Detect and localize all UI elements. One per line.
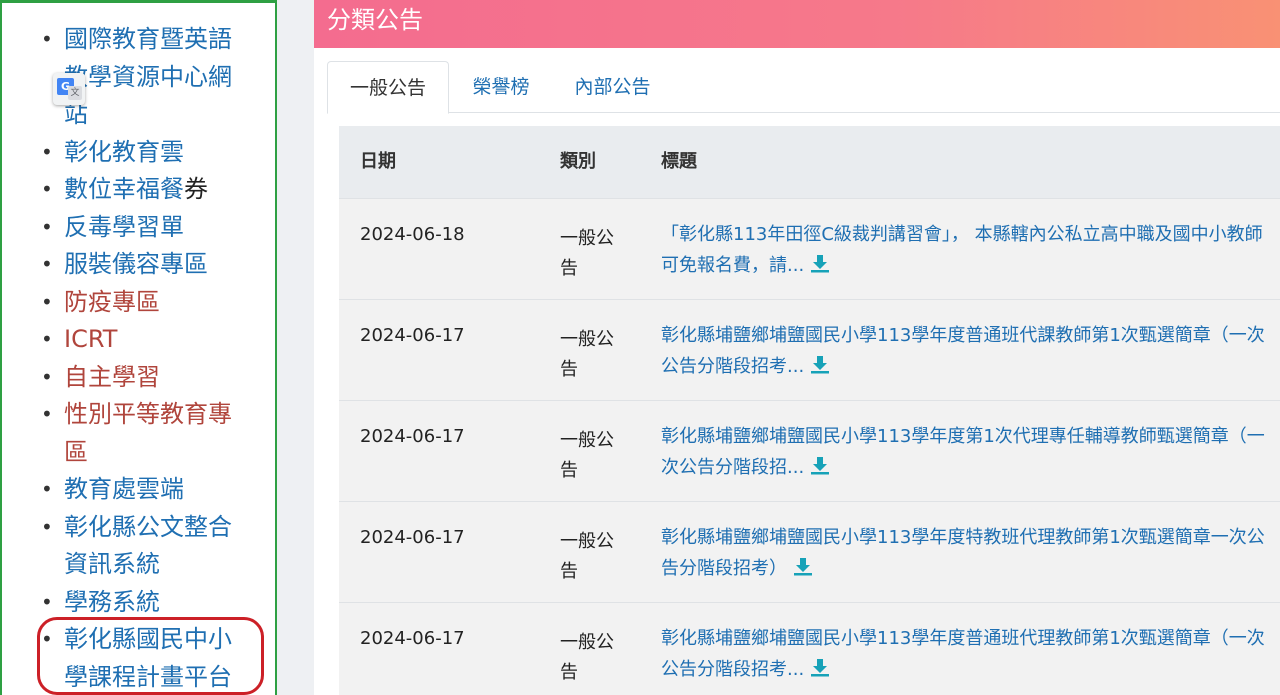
row-title-link[interactable]: 彰化縣埔鹽鄉埔鹽國民小學113學年度特教班代理教師第1次甄選簡章一次公告分階段招… bbox=[661, 522, 1271, 584]
row-category: 一般公告 bbox=[560, 430, 614, 481]
sidebar-link[interactable]: 反毒學習單 bbox=[64, 213, 184, 241]
tab-bar: 一般公告 榮譽榜 內部公告 bbox=[327, 61, 1280, 114]
sidebar-item-epidemic[interactable]: • 防疫專區 bbox=[2, 284, 275, 322]
sidebar-link[interactable]: 彰化縣國民中小學課程計畫平台 bbox=[64, 625, 232, 691]
row-title-text[interactable]: 彰化縣埔鹽鄉埔鹽國民小學113學年度普通班代理教師第1次甄選簡章（一次公告分階段… bbox=[661, 628, 1265, 680]
sidebar-item-icrt[interactable]: • ICRT bbox=[2, 321, 275, 359]
row-category: 一般公告 bbox=[560, 632, 614, 683]
sidebar-link[interactable]: 國際教育暨英語教學資源中心網站 bbox=[64, 25, 232, 128]
tab-honor-roll[interactable]: 榮譽榜 bbox=[451, 61, 551, 113]
bullet: • bbox=[41, 514, 53, 539]
row-category: 一般公告 bbox=[560, 228, 614, 279]
table-row: 2024-06-17 一般公告 彰化縣埔鹽鄉埔鹽國民小學113學年度第1次代理專… bbox=[339, 400, 1280, 501]
sidebar-item-education-cloud[interactable]: • 彰化教育雲 bbox=[2, 134, 275, 172]
bullet: • bbox=[41, 627, 53, 651]
google-translate-icon[interactable]: G 文 bbox=[53, 73, 85, 105]
sidebar-link-suffix: 券 bbox=[184, 175, 208, 203]
bullet: • bbox=[41, 364, 53, 389]
table-row: 2024-06-17 一般公告 彰化縣埔鹽鄉埔鹽國民小學113學年度特教班代理教… bbox=[339, 501, 1280, 602]
column-header-date: 日期 bbox=[360, 151, 396, 172]
download-icon[interactable] bbox=[810, 253, 830, 273]
bullet: • bbox=[41, 252, 53, 276]
table-row: 2024-06-17 一般公告 彰化縣埔鹽鄉埔鹽國民小學113學年度普通班代課教… bbox=[339, 299, 1280, 400]
sidebar-link[interactable]: 自主學習 bbox=[64, 363, 160, 391]
tab-internal[interactable]: 內部公告 bbox=[555, 61, 670, 113]
row-date: 2024-06-17 bbox=[360, 527, 465, 548]
sidebar-link[interactable]: 防疫專區 bbox=[64, 288, 160, 316]
download-icon[interactable] bbox=[810, 455, 830, 475]
row-category: 一般公告 bbox=[560, 531, 614, 582]
row-date: 2024-06-17 bbox=[360, 325, 465, 346]
row-title-link[interactable]: 「彰化縣113年田徑C級裁判講習會」， 本縣轄內公私立高中職及國中小教師可免報名… bbox=[661, 219, 1271, 281]
row-title-text[interactable]: 彰化縣埔鹽鄉埔鹽國民小學113學年度普通班代課教師第1次甄選簡章（一次公告分階段… bbox=[661, 325, 1265, 377]
sidebar-item-self-learning[interactable]: • 自主學習 bbox=[2, 359, 275, 397]
panel-title: 分類公告 bbox=[314, 0, 1280, 48]
row-title-link[interactable]: 彰化縣埔鹽鄉埔鹽國民小學113學年度第1次代理專任輔導教師甄選簡章（一次公告分階… bbox=[661, 421, 1271, 483]
sidebar-link[interactable]: 教育處雲端 bbox=[64, 475, 184, 503]
sidebar-link[interactable]: 性別平等教育專區 bbox=[64, 400, 232, 466]
row-title-text[interactable]: 彰化縣埔鹽鄉埔鹽國民小學113學年度特教班代理教師第1次甄選簡章一次公告分階段招… bbox=[661, 527, 1265, 579]
sidebar-link[interactable]: 服裝儀容專區 bbox=[64, 250, 208, 278]
table-header: 日期 類別 標題 bbox=[339, 126, 1280, 198]
bullet: • bbox=[41, 477, 53, 501]
sidebar-item-dress-code[interactable]: • 服裝儀容專區 bbox=[2, 246, 275, 284]
row-date: 2024-06-17 bbox=[360, 426, 465, 447]
sidebar-item-anti-drug[interactable]: • 反毒學習單 bbox=[2, 209, 275, 247]
column-header-title: 標題 bbox=[661, 151, 697, 172]
sidebar-item-curriculum-platform[interactable]: • 彰化縣國民中小學課程計畫平台 bbox=[2, 621, 275, 695]
row-date: 2024-06-17 bbox=[360, 628, 465, 649]
sidebar-item-student-affairs[interactable]: • 學務系統 bbox=[2, 584, 275, 622]
bullet: • bbox=[41, 402, 53, 426]
bullet: • bbox=[41, 27, 53, 51]
bullet: • bbox=[41, 589, 53, 614]
bullet: • bbox=[41, 177, 53, 201]
translate-x-glyph: 文 bbox=[68, 86, 82, 100]
sidebar-link[interactable]: 彰化教育雲 bbox=[64, 138, 184, 166]
table-row: 2024-06-18 一般公告 「彰化縣113年田徑C級裁判講習會」， 本縣轄內… bbox=[339, 198, 1280, 299]
announcement-panel: 分類公告 一般公告 榮譽榜 內部公告 日期 類別 標題 2024-06-18 一… bbox=[314, 0, 1280, 695]
row-title-link[interactable]: 彰化縣埔鹽鄉埔鹽國民小學113學年度普通班代理教師第1次甄選簡章（一次公告分階段… bbox=[661, 623, 1271, 685]
column-header-category: 類別 bbox=[560, 151, 596, 172]
sidebar-item-document-system[interactable]: • 彰化縣公文整合資訊系統 bbox=[2, 509, 275, 584]
download-icon[interactable] bbox=[793, 556, 813, 576]
sidebar-item-gender-equality[interactable]: • 性別平等教育專區 bbox=[2, 396, 275, 471]
bullet: • bbox=[41, 289, 53, 314]
row-title-text[interactable]: 「彰化縣113年田徑C級裁判講習會」， 本縣轄內公私立高中職及國中小教師可免報名… bbox=[661, 224, 1263, 276]
bullet: • bbox=[41, 214, 53, 239]
announcement-table: 日期 類別 標題 2024-06-18 一般公告 「彰化縣113年田徑C級裁判講… bbox=[339, 126, 1280, 695]
sidebar: • 國際教育暨英語教學資源中心網站 • 彰化教育雲 • 數位幸福餐券 • 反毒學… bbox=[0, 0, 277, 695]
row-title-text[interactable]: 彰化縣埔鹽鄉埔鹽國民小學113學年度第1次代理專任輔導教師甄選簡章（一次公告分階… bbox=[661, 426, 1265, 478]
sidebar-item-digital-meal-voucher[interactable]: • 數位幸福餐券 bbox=[2, 171, 275, 209]
sidebar-link[interactable]: ICRT bbox=[64, 325, 117, 353]
row-title-link[interactable]: 彰化縣埔鹽鄉埔鹽國民小學113學年度普通班代課教師第1次甄選簡章（一次公告分階段… bbox=[661, 320, 1271, 382]
download-icon[interactable] bbox=[810, 354, 830, 374]
sidebar-link[interactable]: 學務系統 bbox=[64, 588, 160, 616]
sidebar-item-education-cloud-drive[interactable]: • 教育處雲端 bbox=[2, 471, 275, 509]
sidebar-link[interactable]: 數位幸福餐 bbox=[64, 175, 184, 203]
download-icon[interactable] bbox=[810, 657, 830, 677]
bullet: • bbox=[41, 139, 53, 164]
bullet: • bbox=[41, 327, 53, 351]
table-row: 2024-06-17 一般公告 彰化縣埔鹽鄉埔鹽國民小學113學年度普通班代理教… bbox=[339, 602, 1280, 695]
sidebar-link[interactable]: 彰化縣公文整合資訊系統 bbox=[64, 513, 232, 579]
sidebar-item-international-education[interactable]: • 國際教育暨英語教學資源中心網站 bbox=[2, 21, 275, 134]
sidebar-link-list: • 國際教育暨英語教學資源中心網站 • 彰化教育雲 • 數位幸福餐券 • 反毒學… bbox=[2, 21, 275, 695]
tab-general[interactable]: 一般公告 bbox=[327, 61, 449, 114]
row-category: 一般公告 bbox=[560, 329, 614, 380]
row-date: 2024-06-18 bbox=[360, 224, 465, 245]
